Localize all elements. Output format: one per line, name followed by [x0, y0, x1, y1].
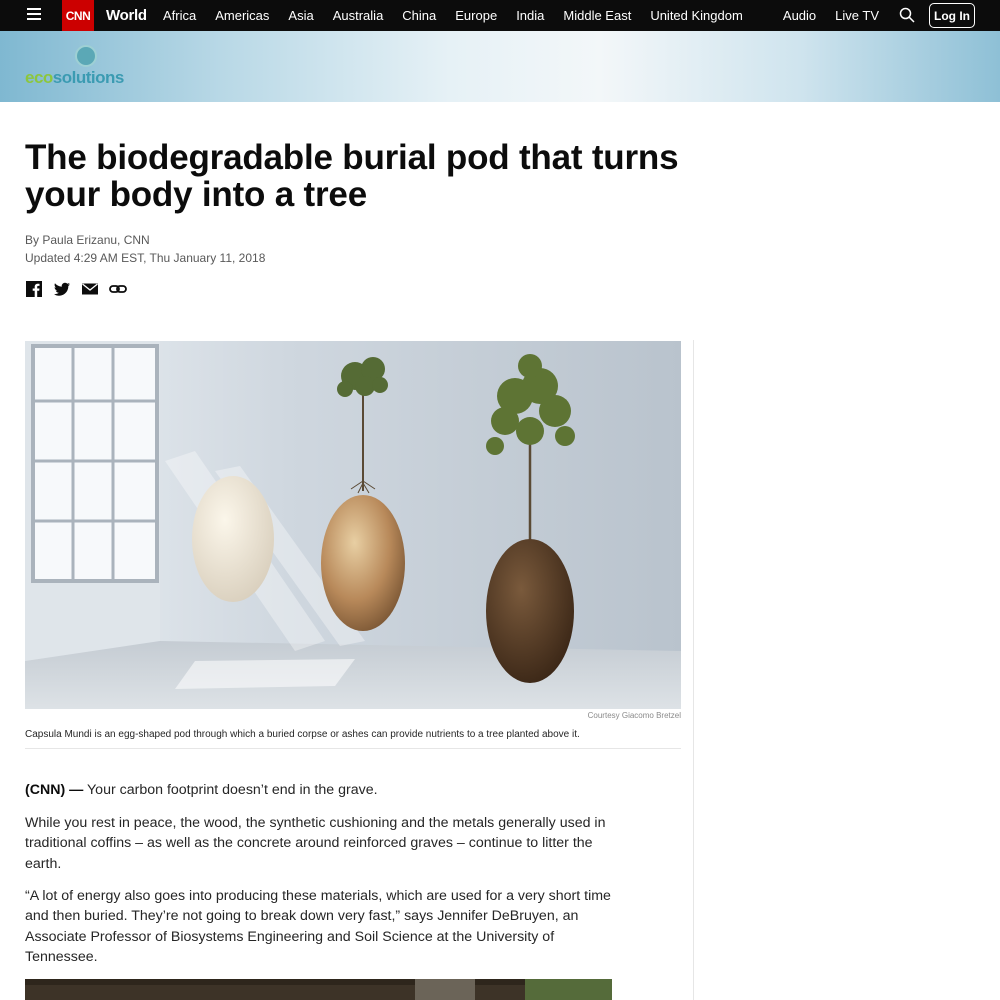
byline: By Paula Erizanu, CNN — [25, 233, 150, 247]
paragraph-2: While you rest in peace, the wood, the s… — [25, 815, 606, 872]
logo-solutions: solutions — [52, 68, 125, 87]
cnn-logo[interactable]: CNN — [62, 0, 94, 31]
section-title[interactable]: World — [106, 7, 147, 24]
hero-image[interactable] — [25, 341, 681, 709]
image-caption: Capsula Mundi is an egg-shaped pod throu… — [25, 729, 580, 740]
timestamp: Updated 4:29 AM EST, Thu January 11, 201… — [25, 251, 266, 265]
nav-link-live-tv[interactable]: Live TV — [835, 8, 879, 23]
hamburger-icon[interactable] — [27, 8, 41, 22]
page-title: The biodegradable burial pod that turns … — [25, 138, 679, 214]
paragraph-3: “A lot of energy also goes into producin… — [25, 888, 611, 965]
cnn-dateline: (CNN) — — [25, 782, 84, 798]
nav-link-europe[interactable]: Europe — [455, 8, 497, 23]
nav-link-australia[interactable]: Australia — [333, 8, 384, 23]
burial-pods-photo — [25, 341, 681, 709]
nav-right-links: Audio Live TV — [783, 0, 898, 31]
section-banner: ecosolutions — [0, 31, 1000, 102]
inline-image[interactable] — [25, 979, 612, 1000]
nav-link-asia[interactable]: Asia — [288, 8, 313, 23]
top-nav: CNN World Africa Americas Asia Australia… — [0, 0, 1000, 31]
link-icon[interactable] — [109, 280, 127, 298]
paragraph-1: (CNN) — Your carbon footprint doesn’t en… — [25, 780, 615, 800]
nav-link-china[interactable]: China — [402, 8, 436, 23]
caption-divider — [25, 748, 681, 749]
nav-link-united-kingdom[interactable]: United Kingdom — [650, 8, 743, 23]
nav-links: Africa Americas Asia Australia China Eur… — [163, 0, 762, 31]
logo-eco: eco — [25, 68, 53, 87]
paragraph-1-text: Your carbon footprint doesn’t end in the… — [83, 782, 378, 798]
login-button[interactable]: Log In — [929, 3, 975, 28]
share-bar — [25, 280, 137, 298]
twitter-icon[interactable] — [53, 280, 71, 298]
email-icon[interactable] — [81, 280, 99, 298]
soil-photo — [25, 979, 612, 1000]
nav-link-middle-east[interactable]: Middle East — [563, 8, 631, 23]
nav-link-audio[interactable]: Audio — [783, 8, 816, 23]
ecosolutions-logo[interactable]: ecosolutions — [25, 45, 124, 88]
nav-link-americas[interactable]: Americas — [215, 8, 269, 23]
facebook-icon[interactable] — [25, 280, 43, 298]
photo-credit: Courtesy Giacomo Bretzel — [587, 711, 681, 720]
leaf-icon — [75, 45, 98, 67]
nav-link-india[interactable]: India — [516, 8, 544, 23]
search-icon[interactable] — [899, 7, 915, 23]
nav-link-africa[interactable]: Africa — [163, 8, 196, 23]
column-divider — [693, 340, 694, 1000]
